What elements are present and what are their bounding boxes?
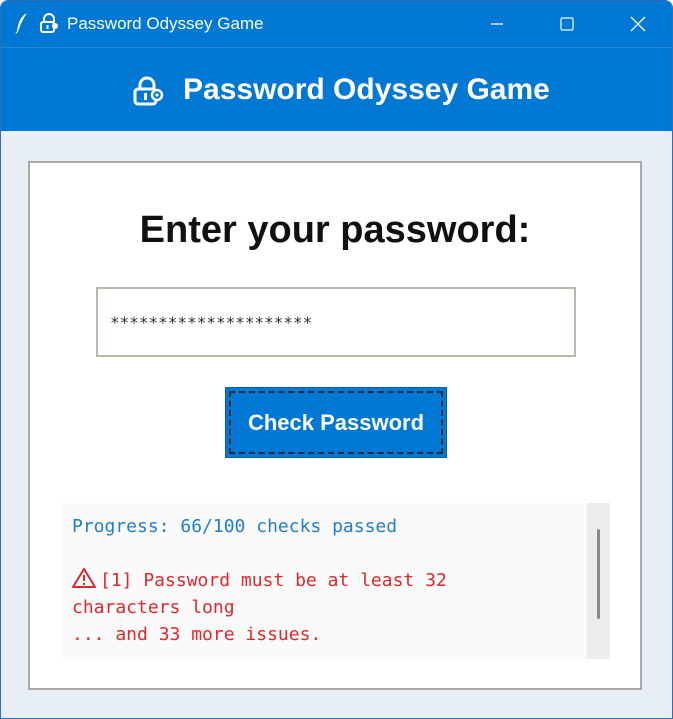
result-text: Progress: 66/100 checks passed [1] Passw… bbox=[72, 513, 582, 648]
check-password-button[interactable]: Check Password bbox=[225, 387, 447, 458]
result-scrollbar[interactable] bbox=[587, 503, 610, 659]
more-issues-line: ... and 33 more issues. bbox=[72, 624, 322, 645]
issue-1-text: [1] Password must be at least 32 bbox=[100, 570, 447, 591]
scrollbar-thumb[interactable] bbox=[597, 529, 600, 619]
issue-line-2: characters long bbox=[72, 597, 235, 618]
minimize-button[interactable] bbox=[474, 1, 520, 47]
lock-icon bbox=[39, 13, 59, 33]
app-window: Password Odyssey Game Password Odyssey G… bbox=[0, 0, 673, 719]
progress-status: Progress: 66/100 checks passed bbox=[72, 516, 398, 537]
title-bar[interactable]: Password Odyssey Game bbox=[1, 1, 672, 47]
warning-icon bbox=[72, 567, 100, 589]
minimize-icon bbox=[491, 23, 503, 25]
app-header: Password Odyssey Game bbox=[1, 47, 672, 131]
password-input[interactable] bbox=[96, 287, 576, 357]
maximize-icon bbox=[560, 17, 574, 31]
password-card: Enter your password: Check Password Prog… bbox=[28, 161, 642, 690]
window-title: Password Odyssey Game bbox=[67, 14, 264, 33]
page-title: Enter your password: bbox=[139, 209, 531, 251]
feather-icon bbox=[15, 12, 29, 34]
maximize-button[interactable] bbox=[544, 1, 590, 47]
close-icon bbox=[630, 16, 646, 32]
check-password-label: Check Password bbox=[247, 409, 425, 435]
header-title: Password Odyssey Game bbox=[183, 73, 550, 106]
lock-icon bbox=[132, 75, 164, 107]
result-panel[interactable]: Progress: 66/100 checks passed [1] Passw… bbox=[62, 503, 610, 659]
close-button[interactable] bbox=[615, 1, 661, 47]
issue-line-1: [1] Password must be at least 32 bbox=[72, 567, 582, 594]
